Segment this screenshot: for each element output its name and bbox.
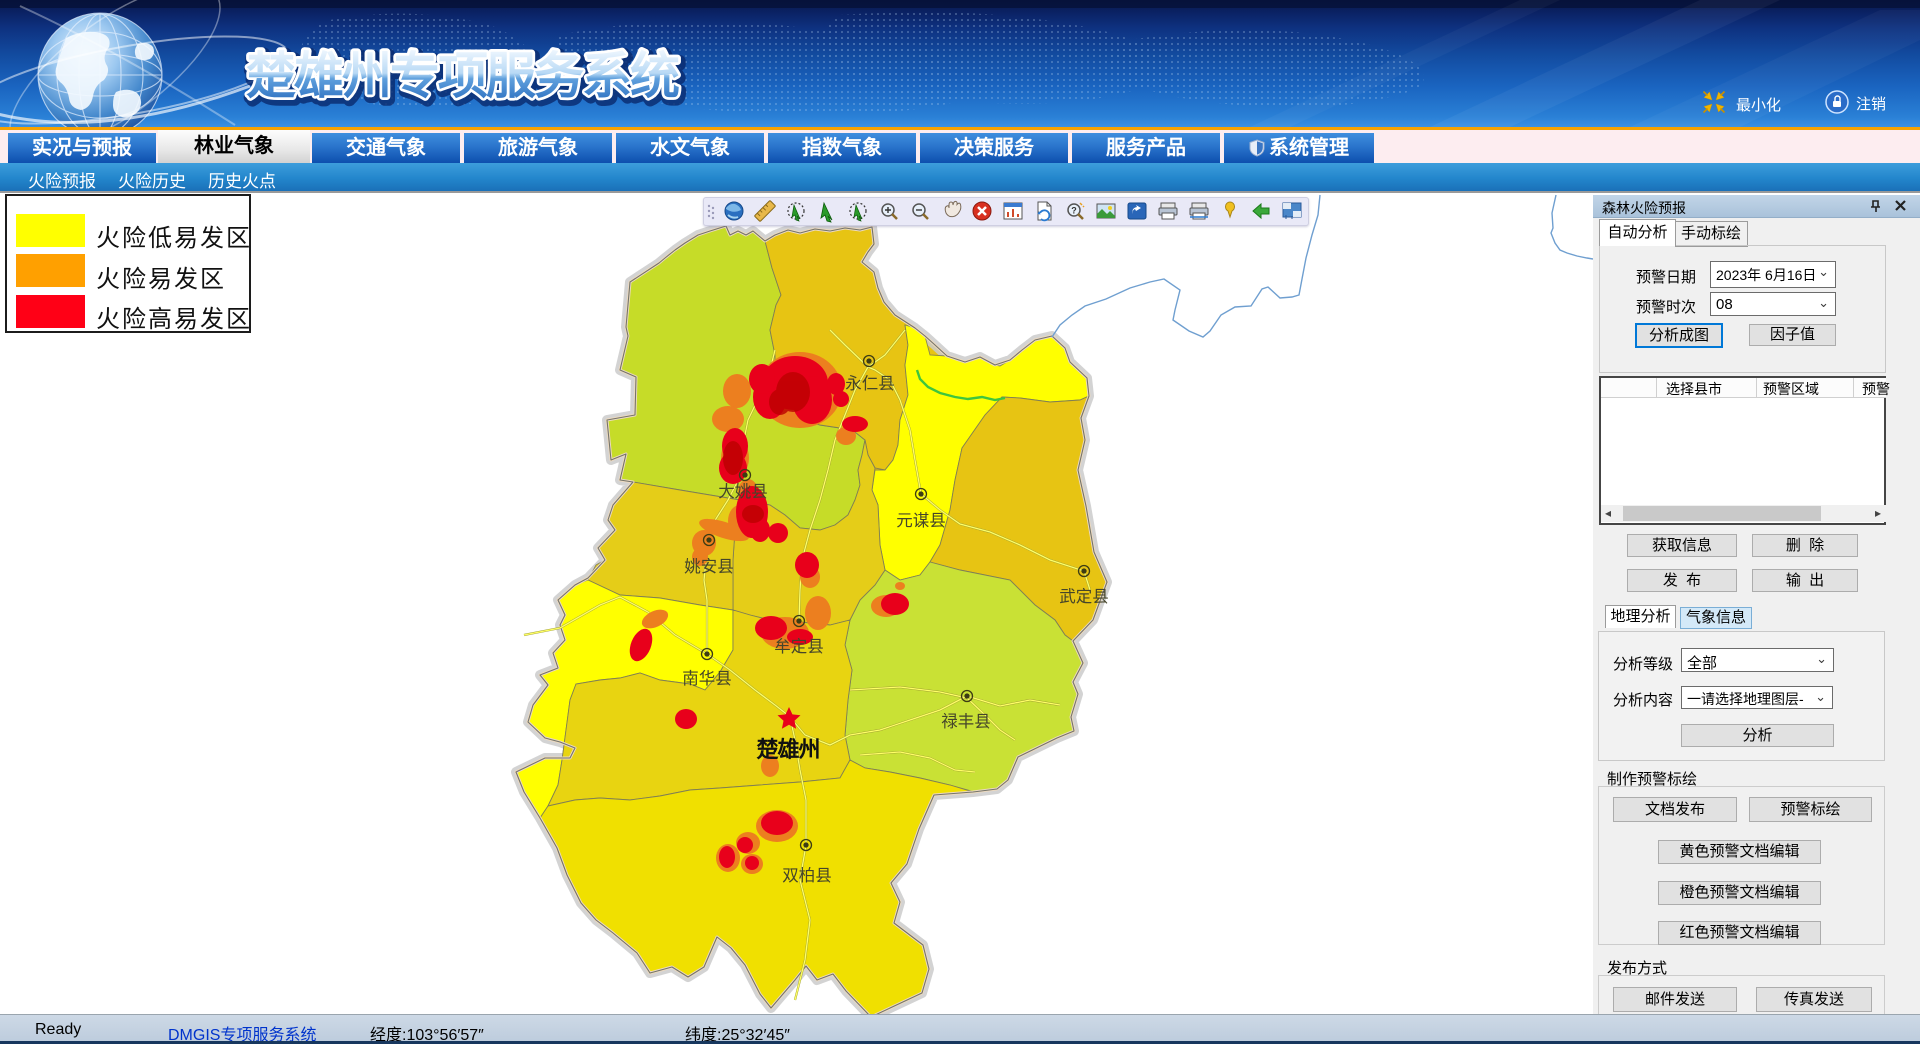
svg-text:双柏县: 双柏县 (782, 866, 832, 885)
svg-text:楚雄州: 楚雄州 (756, 737, 819, 762)
svg-text:元谋县: 元谋县 (896, 511, 946, 530)
svg-text:注销: 注销 (1856, 96, 1886, 113)
svg-text:姚安县: 姚安县 (684, 557, 734, 576)
svg-text:武定县: 武定县 (1059, 587, 1109, 606)
svg-text:最小化: 最小化 (1736, 97, 1781, 114)
svg-text:南华县: 南华县 (682, 669, 732, 688)
svg-text:禄丰县: 禄丰县 (941, 712, 991, 731)
svg-text:大姚县: 大姚县 (718, 482, 768, 501)
svg-text:楚雄州专项服务系统: 楚雄州专项服务系统 (246, 48, 679, 104)
svg-text:永仁县: 永仁县 (845, 374, 895, 393)
svg-text:牟定县: 牟定县 (774, 637, 824, 656)
svg-text:?: ? (1071, 206, 1077, 216)
